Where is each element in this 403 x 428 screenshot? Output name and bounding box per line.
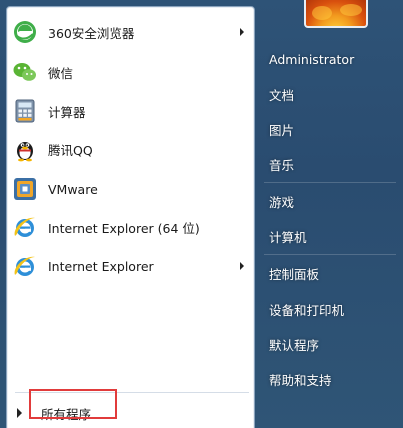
- program-vmware[interactable]: VMware: [8, 172, 254, 206]
- submenu-arrow-icon: [240, 28, 244, 36]
- right-item-default-programs[interactable]: 默认程序: [264, 330, 396, 358]
- internet-explorer-icon: [14, 256, 35, 276]
- right-item-devices-printers[interactable]: 设备和打印机: [264, 295, 396, 323]
- program-label: VMware: [48, 181, 98, 197]
- highlight-annotation: [29, 389, 117, 419]
- right-item-control-panel[interactable]: 控制面板: [264, 259, 396, 287]
- program-internet-explorer[interactable]: Internet Explorer: [8, 249, 254, 283]
- user-avatar[interactable]: [304, 0, 368, 28]
- program-label: 360安全浏览器: [48, 25, 135, 41]
- program-360-browser[interactable]: 360安全浏览器: [8, 15, 254, 49]
- program-label: Internet Explorer: [48, 258, 154, 274]
- right-item-documents[interactable]: 文档: [264, 80, 396, 108]
- program-label: 微信: [48, 65, 74, 81]
- right-item-computer[interactable]: 计算机: [264, 222, 396, 250]
- internet-explorer-icon: [14, 217, 35, 237]
- right-item-help-support[interactable]: 帮助和支持: [264, 365, 396, 393]
- programs-pane: 360安全浏览器 微信 计算器 腾讯QQ VMware Internet Exp…: [6, 6, 255, 428]
- program-internet-explorer-64[interactable]: Internet Explorer (64 位): [8, 210, 254, 244]
- start-menu: 360安全浏览器 微信 计算器 腾讯QQ VMware Internet Exp…: [0, 0, 403, 428]
- vmware-icon: [14, 178, 36, 200]
- program-calculator[interactable]: 计算器: [8, 94, 254, 128]
- right-divider: [264, 254, 396, 255]
- program-label: 腾讯QQ: [48, 142, 93, 158]
- right-item-pictures[interactable]: 图片: [264, 115, 396, 143]
- expand-triangle-icon: [17, 408, 22, 418]
- program-wechat[interactable]: 微信: [8, 55, 254, 89]
- submenu-arrow-icon: [240, 262, 244, 270]
- program-qq[interactable]: 腾讯QQ: [8, 132, 254, 166]
- calculator-icon: [15, 99, 35, 123]
- right-item-administrator[interactable]: Administrator: [264, 45, 396, 73]
- right-item-music[interactable]: 音乐: [264, 150, 396, 178]
- qq-penguin-icon: [17, 142, 33, 162]
- 360-browser-icon: [14, 21, 36, 43]
- program-label: Internet Explorer (64 位): [48, 220, 200, 236]
- program-label: 计算器: [48, 104, 86, 120]
- wechat-icon: [13, 63, 36, 81]
- right-divider: [264, 182, 396, 183]
- right-item-games[interactable]: 游戏: [264, 187, 396, 215]
